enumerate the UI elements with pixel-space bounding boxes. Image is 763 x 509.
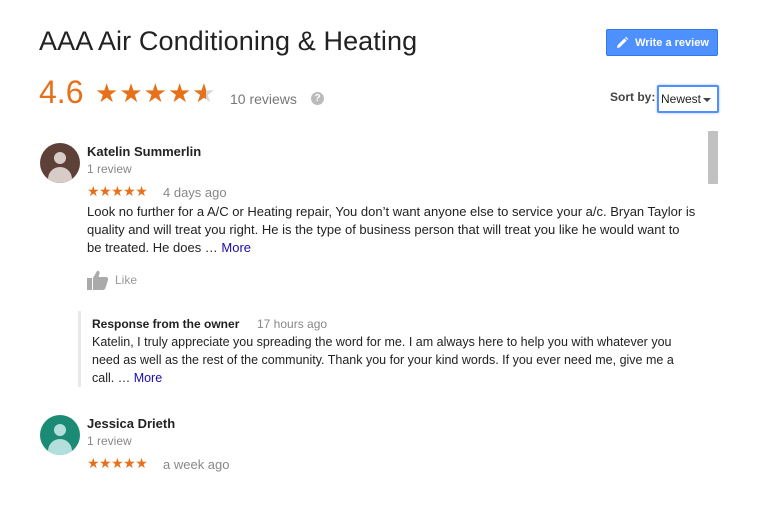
- owner-response-heading: Response from the owner: [92, 317, 240, 331]
- star-icon: ★: [95, 78, 119, 108]
- sort-label: Sort by:: [610, 90, 656, 104]
- dropdown-caret-icon: [703, 98, 711, 102]
- owner-response-text: Katelin, I truly appreciate you spreadin…: [92, 333, 682, 387]
- review-body: Look no further for a A/C or Heating rep…: [87, 204, 696, 255]
- avatar[interactable]: [40, 143, 80, 183]
- scrollbar-thumb[interactable]: [708, 131, 718, 184]
- star-icon: ★: [143, 78, 167, 108]
- more-link[interactable]: More: [134, 371, 162, 385]
- half-star-icon: ★ ★: [192, 78, 216, 108]
- reviewer-name[interactable]: Katelin Summerlin: [87, 144, 201, 159]
- avatar-head: [54, 424, 66, 436]
- rating-stars: ★ ★ ★ ★ ★ ★: [95, 80, 216, 106]
- write-review-button[interactable]: Write a review: [606, 29, 718, 56]
- review-stars: ★★★★★: [87, 183, 148, 199]
- sort-selected-value: Newest: [661, 92, 702, 106]
- star-icon: ★: [119, 78, 143, 108]
- like-label: Like: [115, 273, 138, 287]
- reviewer-name[interactable]: Jessica Drieth: [87, 416, 175, 431]
- like-button[interactable]: Like: [87, 270, 137, 290]
- write-review-label: Write a review: [635, 36, 709, 49]
- avatar-body: [48, 167, 72, 183]
- avatar[interactable]: [40, 415, 80, 455]
- review-time: 4 days ago: [163, 185, 227, 200]
- owner-response-time: 17 hours ago: [257, 317, 328, 331]
- reviewer-review-count: 1 review: [87, 162, 132, 176]
- avatar-head: [54, 152, 66, 164]
- sort-dropdown[interactable]: Newest: [657, 85, 719, 113]
- help-icon[interactable]: ?: [311, 92, 324, 105]
- reviewer-review-count: 1 review: [87, 434, 132, 448]
- scrollbar-track[interactable]: [708, 131, 718, 509]
- owner-response-body: Katelin, I truly appreciate you spreadin…: [92, 335, 674, 385]
- average-rating: 4.6: [39, 74, 84, 110]
- avatar-body: [48, 439, 72, 455]
- business-title: AAA Air Conditioning & Heating: [39, 26, 418, 56]
- owner-response: Response from the owner 17 hours ago Kat…: [78, 311, 678, 387]
- review-time: a week ago: [163, 457, 230, 472]
- pencil-icon: [617, 36, 629, 48]
- review-stars: ★★★★★: [87, 455, 148, 471]
- review-text: Look no further for a A/C or Heating rep…: [87, 203, 697, 257]
- more-link[interactable]: More: [221, 240, 251, 255]
- reviews-count[interactable]: 10 reviews: [230, 91, 297, 107]
- thumbs-up-icon: [87, 270, 109, 290]
- star-icon: ★: [167, 78, 192, 108]
